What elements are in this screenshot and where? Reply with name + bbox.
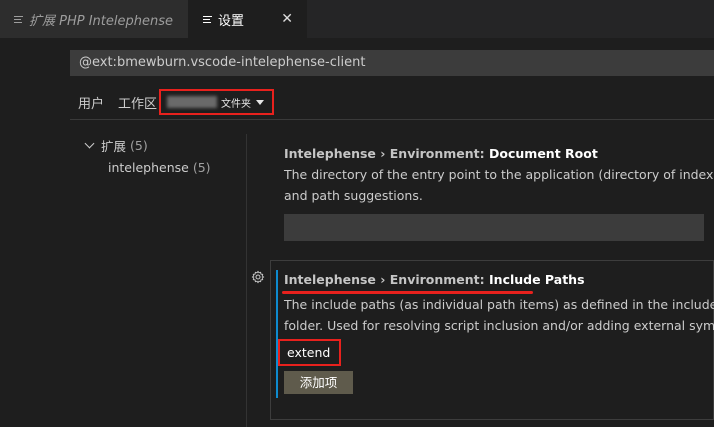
preview-icon — [14, 15, 23, 23]
add-item-button[interactable]: 添加项 — [284, 371, 353, 394]
setting-title: Intelephense › Environment: Include Path… — [284, 272, 714, 287]
setting-name: Document Root — [489, 146, 598, 161]
toc-divider — [246, 134, 247, 427]
tab-settings[interactable]: 设置 ✕ — [189, 0, 307, 38]
setting-name: Include Paths — [489, 272, 585, 287]
focus-indicator — [276, 270, 278, 398]
scope-tabs: 用户 工作区 文件夹 — [78, 89, 275, 115]
chevron-down-icon — [84, 138, 95, 149]
tab-bar-empty — [307, 0, 714, 38]
toc-item-intelephense[interactable]: intelephense (5) — [70, 156, 246, 178]
caret-down-icon — [256, 99, 265, 105]
close-icon[interactable]: ✕ — [281, 11, 293, 27]
document-root-input[interactable] — [284, 214, 704, 241]
folder-scope-dropdown[interactable]: 文件夹 — [159, 89, 275, 115]
tab-workspace[interactable]: 工作区 — [118, 93, 157, 112]
redacted-folder-name — [167, 96, 218, 108]
settings-toc: 扩展 (5) intelephense (5) — [70, 134, 246, 178]
tab-title: 设置 — [218, 13, 245, 29]
tab-title: 扩展 PHP Intelephense — [29, 13, 173, 29]
annotation-underline — [282, 291, 533, 294]
settings-search-input[interactable]: @ext:bmewburn.vscode-intelephense-client — [70, 50, 714, 76]
setting-category: Intelephense › Environment: — [284, 146, 490, 161]
preview-icon — [203, 15, 212, 23]
gear-icon[interactable] — [251, 270, 265, 284]
toc-group-count: (5) — [130, 137, 148, 153]
include-path-item[interactable]: extend — [278, 339, 341, 366]
description-line: The include paths (as individual path it… — [284, 297, 714, 312]
setting-description: The directory of the entry point to the … — [284, 164, 714, 206]
tab-bar: 扩展 PHP Intelephense 设置 ✕ — [0, 0, 714, 38]
description-line: folder. Used for resolving script inclus… — [284, 318, 714, 333]
toc-item-label: intelephense — [108, 159, 189, 175]
divider — [70, 119, 714, 120]
toc-group-extensions[interactable]: 扩展 (5) — [70, 134, 246, 156]
settings-window: 扩展 PHP Intelephense 设置 ✕ @ext:bmewburn.v… — [0, 0, 714, 427]
description-line: and path suggestions. — [284, 188, 423, 203]
tab-user[interactable]: 用户 — [78, 93, 104, 112]
toc-item-count: (5) — [192, 159, 211, 175]
toc-group-label: 扩展 — [101, 138, 127, 154]
setting-title: Intelephense › Environment: Document Roo… — [284, 146, 714, 161]
setting-include-paths: Intelephense › Environment: Include Path… — [284, 272, 714, 336]
folder-label: 文件夹 — [221, 98, 252, 110]
description-line: The directory of the entry point to the … — [284, 167, 714, 182]
tab-extension-intelephense[interactable]: 扩展 PHP Intelephense — [0, 0, 189, 38]
setting-description: The include paths (as individual path it… — [284, 294, 714, 336]
setting-document-root: Intelephense › Environment: Document Roo… — [284, 146, 714, 206]
setting-category: Intelephense › Environment: — [284, 272, 490, 287]
